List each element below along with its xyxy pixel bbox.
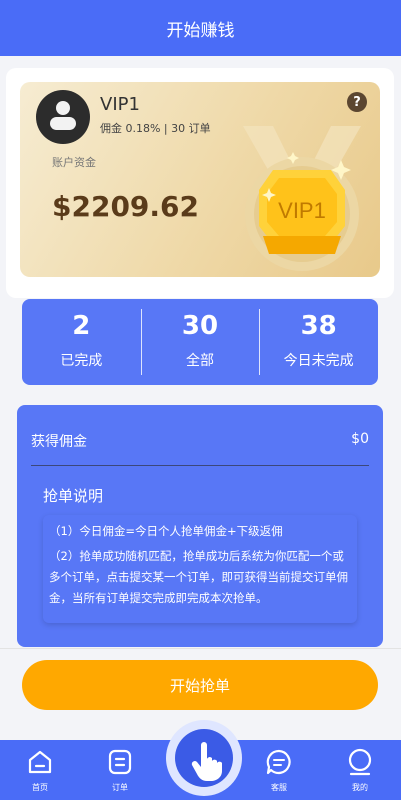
tab-label: 我的 [352, 783, 368, 792]
app-header: 开始赚钱 [0, 0, 401, 56]
help-icon[interactable]: ? [347, 92, 367, 112]
stat-label: 全部 [186, 353, 214, 369]
tab-label: 订单 [112, 783, 128, 792]
rule-item: （2）抢单成功随机匹配，抢单成功后系统为你匹配一个或多个订单，点击提交某一个订单… [49, 549, 348, 605]
orders-icon [108, 749, 132, 775]
avatar[interactable] [36, 90, 90, 144]
home-icon [28, 750, 52, 774]
tab-label: 首页 [32, 783, 48, 792]
stat-remaining: 38 今日未完成 [259, 299, 378, 385]
stat-value: 30 [181, 311, 219, 341]
center-button-inner [175, 729, 233, 787]
tab-service[interactable]: 客服 [249, 740, 309, 800]
commission-label: 获得佣金 [31, 434, 87, 450]
stat-value: 38 [300, 311, 337, 341]
commission-panel: 获得佣金 $0 抢单说明 （1）今日佣金=今日个人抢单佣金+下级返佣 （2）抢单… [17, 405, 383, 647]
page-title: 开始赚钱 [166, 20, 235, 41]
tab-orders[interactable]: 订单 [90, 740, 150, 800]
avatar-body-icon [50, 117, 76, 130]
tab-mine[interactable]: 我的 [330, 740, 390, 800]
rules-box: （1）今日佣金=今日个人抢单佣金+下级返佣 （2）抢单成功随机匹配，抢单成功后系… [43, 515, 357, 623]
commission-value: $0 [351, 431, 369, 447]
center-grab-button[interactable] [166, 720, 242, 796]
divider [0, 648, 401, 649]
medal-label: VIP1 [278, 198, 326, 223]
avatar-head-icon [56, 101, 70, 115]
chat-icon [266, 749, 291, 775]
tab-home[interactable]: 首页 [10, 740, 70, 800]
stat-label: 今日未完成 [283, 353, 354, 369]
stat-total: 30 全部 [140, 299, 260, 385]
rule-item: （1）今日佣金=今日个人抢单佣金+下级返佣 [49, 524, 283, 538]
hand-tap-icon [191, 742, 222, 781]
stat-completed: 2 已完成 [22, 299, 141, 385]
account-balance: $2209.62 [52, 190, 200, 223]
vip-level: VIP1 [100, 94, 140, 115]
tab-label: 客服 [271, 783, 287, 792]
vip-card: VIP1 佣金 0.18% | 30 订单 ? 账户资金 $2209.62 VI… [20, 82, 380, 277]
stat-value: 2 [72, 311, 91, 341]
user-icon [348, 748, 372, 776]
vip-meta: 佣金 0.18% | 30 订单 [100, 122, 211, 135]
account-label: 账户资金 [52, 156, 96, 169]
stat-label: 已完成 [60, 353, 103, 369]
order-stats: 2 已完成 30 全部 38 今日未完成 [22, 299, 378, 385]
vip-medal-icon: VIP1 [243, 126, 361, 271]
rules-title: 抢单说明 [43, 487, 104, 505]
divider [31, 465, 369, 466]
start-grab-button[interactable]: 开始抢单 [22, 660, 378, 710]
commission-row: 获得佣金 $0 [31, 431, 369, 451]
